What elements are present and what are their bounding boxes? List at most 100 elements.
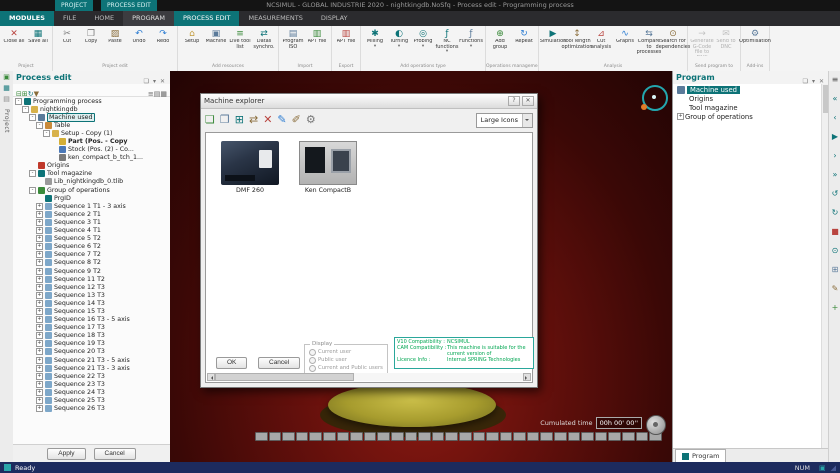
scrollbar-thumb[interactable] <box>215 373 354 381</box>
expand-icon[interactable]: + <box>36 268 43 275</box>
play-icon[interactable]: ▶ <box>832 132 838 141</box>
open-machine-icon[interactable]: ❐ <box>220 113 230 127</box>
nc-functions-button[interactable]: ƒNC functions▾ <box>435 28 459 55</box>
expand-icon[interactable]: + <box>36 284 43 291</box>
tab-measurements[interactable]: MEASUREMENTS <box>239 11 311 26</box>
paste-button[interactable]: ▨Paste <box>103 28 127 46</box>
expand-icon[interactable]: + <box>677 113 684 120</box>
tab-modules[interactable]: MODULES <box>0 11 54 26</box>
milling-button[interactable]: ✱Milling▾ <box>363 28 387 50</box>
timeline-segment[interactable] <box>364 432 377 441</box>
tree-item-sequence-1-t1-3-axis[interactable]: +Sequence 1 T1 - 3 axis <box>13 202 170 210</box>
expand-icon[interactable]: + <box>36 324 43 331</box>
delete-machine-icon[interactable]: ✕ <box>263 113 272 127</box>
expand-icon[interactable]: + <box>36 259 43 266</box>
transfer-machine-icon[interactable]: ⇄ <box>249 113 258 127</box>
setup-button[interactable]: ⌂Setup <box>180 28 204 46</box>
repeat-button[interactable]: ↻Repeat <box>512 28 536 46</box>
timeline-segment[interactable] <box>595 432 608 441</box>
timeline-segment[interactable] <box>527 432 540 441</box>
expand-icon[interactable]: + <box>36 373 43 380</box>
dialog-close-button[interactable]: ✕ <box>522 96 534 106</box>
timeline-segment[interactable] <box>391 432 404 441</box>
expand-icon[interactable]: + <box>36 251 43 258</box>
timeline-segment[interactable] <box>622 432 635 441</box>
tree-item-origins[interactable]: Origins <box>13 162 170 170</box>
apt-file-button[interactable]: ▥APT file <box>305 28 329 46</box>
stop-icon[interactable]: ■ <box>831 227 839 236</box>
machine-card-dmf-260[interactable]: DMF 260 <box>214 141 286 194</box>
dialog-help-button[interactable]: ? <box>508 96 520 106</box>
tree-item-sequence-14-t3[interactable]: +Sequence 14 T3 <box>13 299 170 307</box>
add-group-button[interactable]: ⊕Add group <box>488 28 512 51</box>
expand-icon[interactable]: + <box>36 316 43 323</box>
tool-length-optimization-button[interactable]: ↕Tool length optimization <box>565 28 589 51</box>
expand-icon[interactable]: + <box>36 276 43 283</box>
tree-item-sequence-15-t3[interactable]: +Sequence 15 T3 <box>13 307 170 315</box>
expand-icon[interactable]: + <box>36 381 43 388</box>
tree-item-table[interactable]: -Table <box>13 121 170 129</box>
tree-item-group-of-operations[interactable]: -Group of operations <box>13 186 170 194</box>
step-back-icon[interactable]: ‹ <box>833 113 836 122</box>
tab-program[interactable]: Program <box>675 449 726 462</box>
expand-icon[interactable]: + <box>36 227 43 234</box>
tree-item-sequence-18-t3[interactable]: +Sequence 18 T3 <box>13 332 170 340</box>
tab-file[interactable]: FILE <box>54 11 85 26</box>
tree-item-sequence-2-t1[interactable]: +Sequence 2 T1 <box>13 210 170 218</box>
turning-button[interactable]: ◐Turning▾ <box>387 28 411 50</box>
tree-item-sequence-25-t3[interactable]: +Sequence 25 T3 <box>13 396 170 404</box>
tab-program[interactable]: PROGRAM <box>123 11 174 26</box>
timeline-segment[interactable] <box>432 432 445 441</box>
timeline-segment[interactable] <box>608 432 621 441</box>
save-all-button[interactable]: ▦Save all <box>26 28 50 46</box>
expand-icon[interactable]: + <box>36 357 43 364</box>
collapse-icon[interactable]: - <box>29 114 36 121</box>
timeline-segment[interactable] <box>554 432 567 441</box>
panel-menu-icon[interactable]: ≡ <box>832 75 839 84</box>
contextual-tab-process-edit[interactable]: PROCESS EDIT <box>101 0 157 11</box>
timeline-segment[interactable] <box>418 432 431 441</box>
machine-button[interactable]: ▣Machine <box>204 28 228 46</box>
expand-icon[interactable]: + <box>36 243 43 250</box>
tree-item-programming-process[interactable]: -Programming process <box>13 97 170 105</box>
tree-item-sequence-23-t3[interactable]: +Sequence 23 T3 <box>13 380 170 388</box>
playback-knob[interactable] <box>646 415 666 435</box>
timeline-segment[interactable] <box>296 432 309 441</box>
tree-item-machine-used[interactable]: -Machine used <box>13 113 170 121</box>
tree-item-sequence-17-t3[interactable]: +Sequence 17 T3 <box>13 324 170 332</box>
timeline-segment[interactable] <box>377 432 390 441</box>
timeline-segment[interactable] <box>323 432 336 441</box>
tree-item-part-pos-copy[interactable]: Part (Pos. - Copy <box>13 137 170 145</box>
step-forward-icon[interactable]: › <box>833 151 836 160</box>
tree-item-sequence-5-t2[interactable]: +Sequence 5 T2 <box>13 235 170 243</box>
collapse-icon[interactable]: - <box>29 187 36 194</box>
edit-icon[interactable]: ✎ <box>832 284 839 293</box>
copy-machine-icon[interactable]: ⊞ <box>235 113 244 127</box>
contextual-tab-project[interactable]: PROJECT <box>55 0 93 11</box>
close-all-button[interactable]: ✕Close all <box>2 28 26 46</box>
pin-icon[interactable]: ❏ <box>801 78 810 85</box>
replay-icon[interactable]: ↺ <box>832 189 839 198</box>
tree-item-sequence-21-t3-5-axis[interactable]: +Sequence 21 T3 - 5 axis <box>13 356 170 364</box>
tree-item-sequence-7-t2[interactable]: +Sequence 7 T2 <box>13 251 170 259</box>
tree-item-sequence-20-t3[interactable]: +Sequence 20 T3 <box>13 348 170 356</box>
tree-item-prgid[interactable]: PrgID <box>13 194 170 202</box>
add-icon[interactable]: + <box>832 303 839 312</box>
collapse-icon[interactable]: - <box>36 122 43 129</box>
expand-icon[interactable]: + <box>36 308 43 315</box>
collapse-icon[interactable]: - <box>43 130 50 137</box>
timeline-segment[interactable] <box>405 432 418 441</box>
timeline-segment[interactable] <box>486 432 499 441</box>
tab-process-edit[interactable]: PROCESS EDIT <box>174 11 240 26</box>
expand-icon[interactable]: + <box>36 235 43 242</box>
tree-item-sequence-4-t1[interactable]: +Sequence 4 T1 <box>13 227 170 235</box>
tree-item-stock-pos-2-co[interactable]: Stock (Pos. (2) - Co... <box>13 146 170 154</box>
document-icon[interactable]: ▤ <box>3 95 10 103</box>
ok-button[interactable]: OK <box>216 357 247 369</box>
grid-icon[interactable]: ⊞ <box>832 265 839 274</box>
collapse-icon[interactable]: - <box>22 106 29 113</box>
tree-item-sequence-26-t3[interactable]: +Sequence 26 T3 <box>13 405 170 413</box>
refresh-icon[interactable]: ↻ <box>832 208 839 217</box>
tree-item-tool-magazine[interactable]: -Tool magazine <box>13 170 170 178</box>
new-machine-icon[interactable]: ❏ <box>205 113 215 127</box>
